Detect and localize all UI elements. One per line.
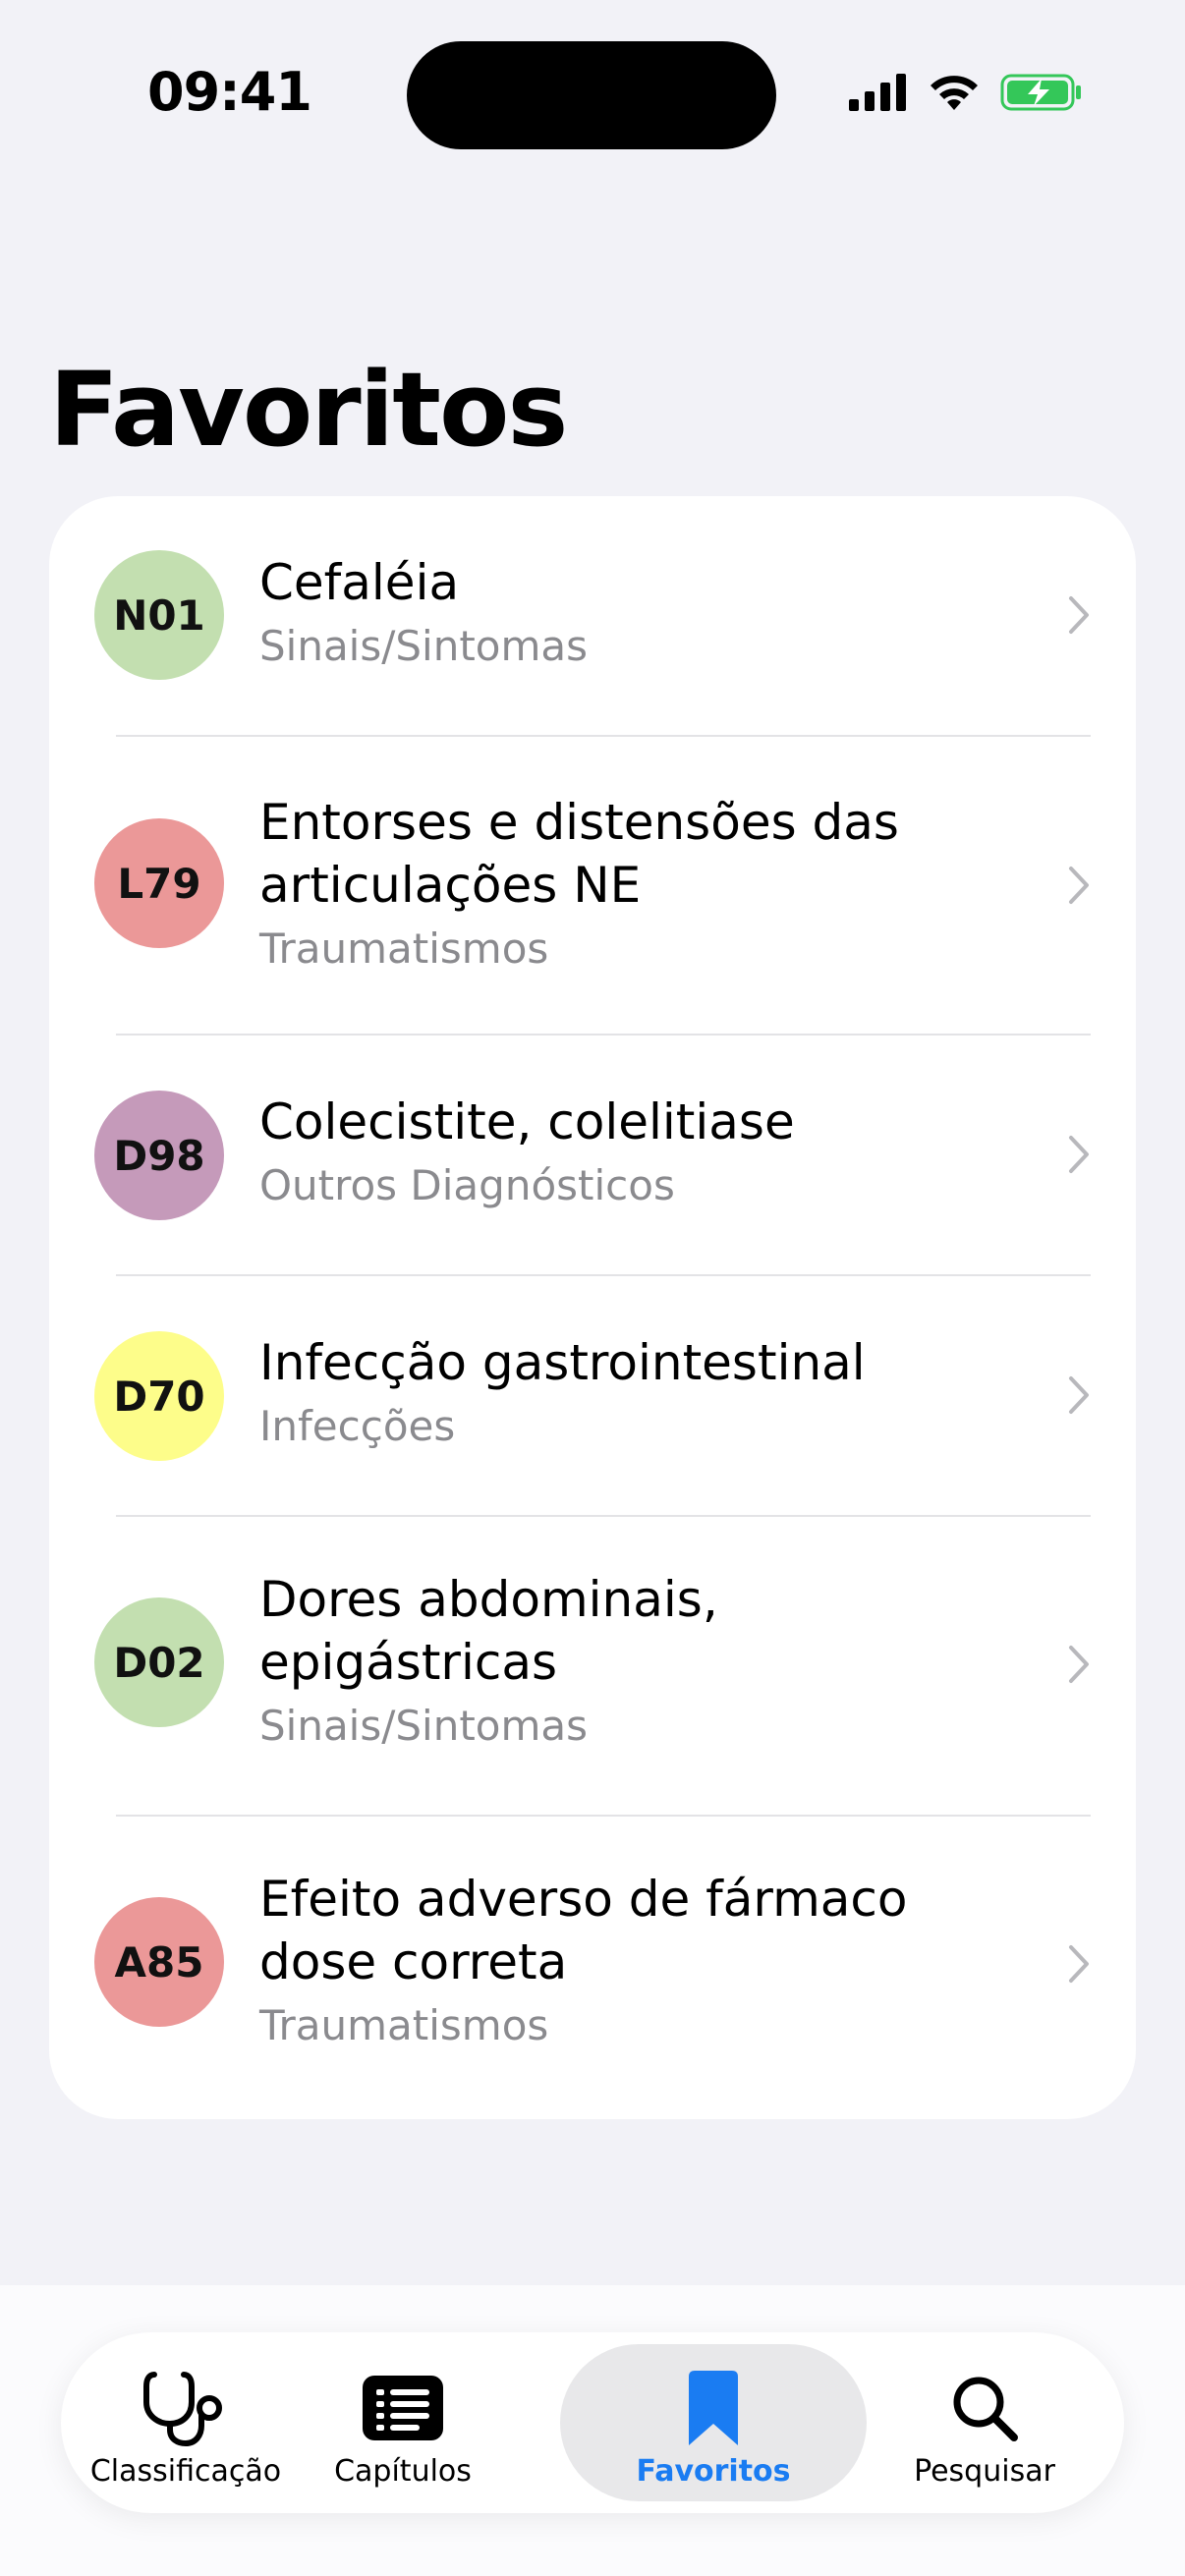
favorite-item-d02[interactable]: D02 Dores abdominais, epigástricas Sinai…: [49, 1517, 1136, 1814]
item-category: Traumatismos: [259, 924, 549, 973]
item-category: Sinais/Sintomas: [259, 1702, 589, 1750]
code-badge: N01: [94, 550, 224, 680]
code-label: N01: [113, 590, 205, 640]
tab-pesquisar[interactable]: Pesquisar: [876, 2344, 1093, 2501]
tab-label: Classificação: [89, 2454, 282, 2489]
chevron-right-icon: [1069, 596, 1089, 634]
status-icons: [849, 73, 1083, 112]
tab-classificacao[interactable]: Classificação: [83, 2344, 289, 2501]
item-title-line-1: Entorses e distensões das: [259, 794, 899, 851]
tab-favoritos[interactable]: Favoritos: [560, 2344, 867, 2501]
status-time: 09:41: [147, 61, 312, 123]
code-label: D98: [113, 1131, 205, 1180]
item-title-line-1: Efeito adverso de fármaco: [259, 1871, 908, 1928]
item-title-line-2: dose correta: [259, 1933, 568, 1990]
search-icon: [949, 2370, 1020, 2446]
item-title: Colecistite, colelitiase: [259, 1093, 795, 1150]
item-title-line-2: articulações NE: [259, 857, 642, 914]
favorite-item-a85[interactable]: A85 Efeito adverso de fármaco dose corre…: [49, 1817, 1136, 2119]
dynamic-island: [407, 41, 776, 149]
chevron-right-icon: [1069, 867, 1089, 904]
favorite-item-d98[interactable]: D98 Colecistite, colelitiase Outros Diag…: [49, 1036, 1136, 1274]
battery-charging-icon: [1000, 74, 1081, 111]
code-label: A85: [114, 1937, 204, 1987]
wifi-icon: [931, 76, 978, 110]
code-badge: A85: [94, 1897, 224, 2027]
favorite-item-d70[interactable]: D70 Infecção gastrointestinal Infecções: [49, 1276, 1136, 1515]
tab-capitulos[interactable]: Capítulos: [326, 2344, 480, 2501]
item-category: Infecções: [259, 1402, 456, 1450]
code-badge: D02: [94, 1597, 224, 1727]
chevron-right-icon: [1069, 1136, 1089, 1173]
item-category: Outros Diagnósticos: [259, 1161, 675, 1209]
favorites-list: N01 Cefaléia Sinais/Sintomas L79 Entorse…: [49, 496, 1136, 2119]
item-title: Infecção gastrointestinal: [259, 1334, 866, 1391]
item-title-line-1: Dores abdominais,: [259, 1571, 718, 1628]
code-badge: D70: [94, 1331, 224, 1461]
code-label: D02: [113, 1638, 205, 1687]
list-icon: [363, 2370, 443, 2446]
item-category: Sinais/Sintomas: [259, 622, 589, 670]
favorite-item-n01[interactable]: N01 Cefaléia Sinais/Sintomas: [49, 496, 1136, 735]
favorite-item-l79[interactable]: L79 Entorses e distensões das articulaçõ…: [49, 737, 1136, 1034]
item-title: Cefaléia: [259, 554, 460, 611]
code-badge: L79: [94, 818, 224, 948]
code-label: D70: [113, 1372, 205, 1421]
tab-bar: Classificação Capítulos Favoritos Pesqui…: [61, 2332, 1124, 2513]
chevron-right-icon: [1069, 1945, 1089, 1983]
code-label: L79: [117, 859, 201, 908]
tab-label: Pesquisar: [914, 2454, 1055, 2489]
item-title-line-2: epigástricas: [259, 1634, 558, 1691]
code-badge: D98: [94, 1091, 224, 1220]
page-title: Favoritos: [49, 350, 568, 470]
chevron-right-icon: [1069, 1646, 1089, 1683]
item-category: Traumatismos: [259, 2001, 549, 2049]
tab-label: Favoritos: [636, 2454, 791, 2489]
chevron-right-icon: [1069, 1376, 1089, 1414]
stethoscope-icon: [139, 2370, 233, 2447]
bookmark-icon: [689, 2370, 738, 2446]
cellular-signal-icon: [849, 74, 906, 111]
tab-label: Capítulos: [334, 2454, 472, 2489]
